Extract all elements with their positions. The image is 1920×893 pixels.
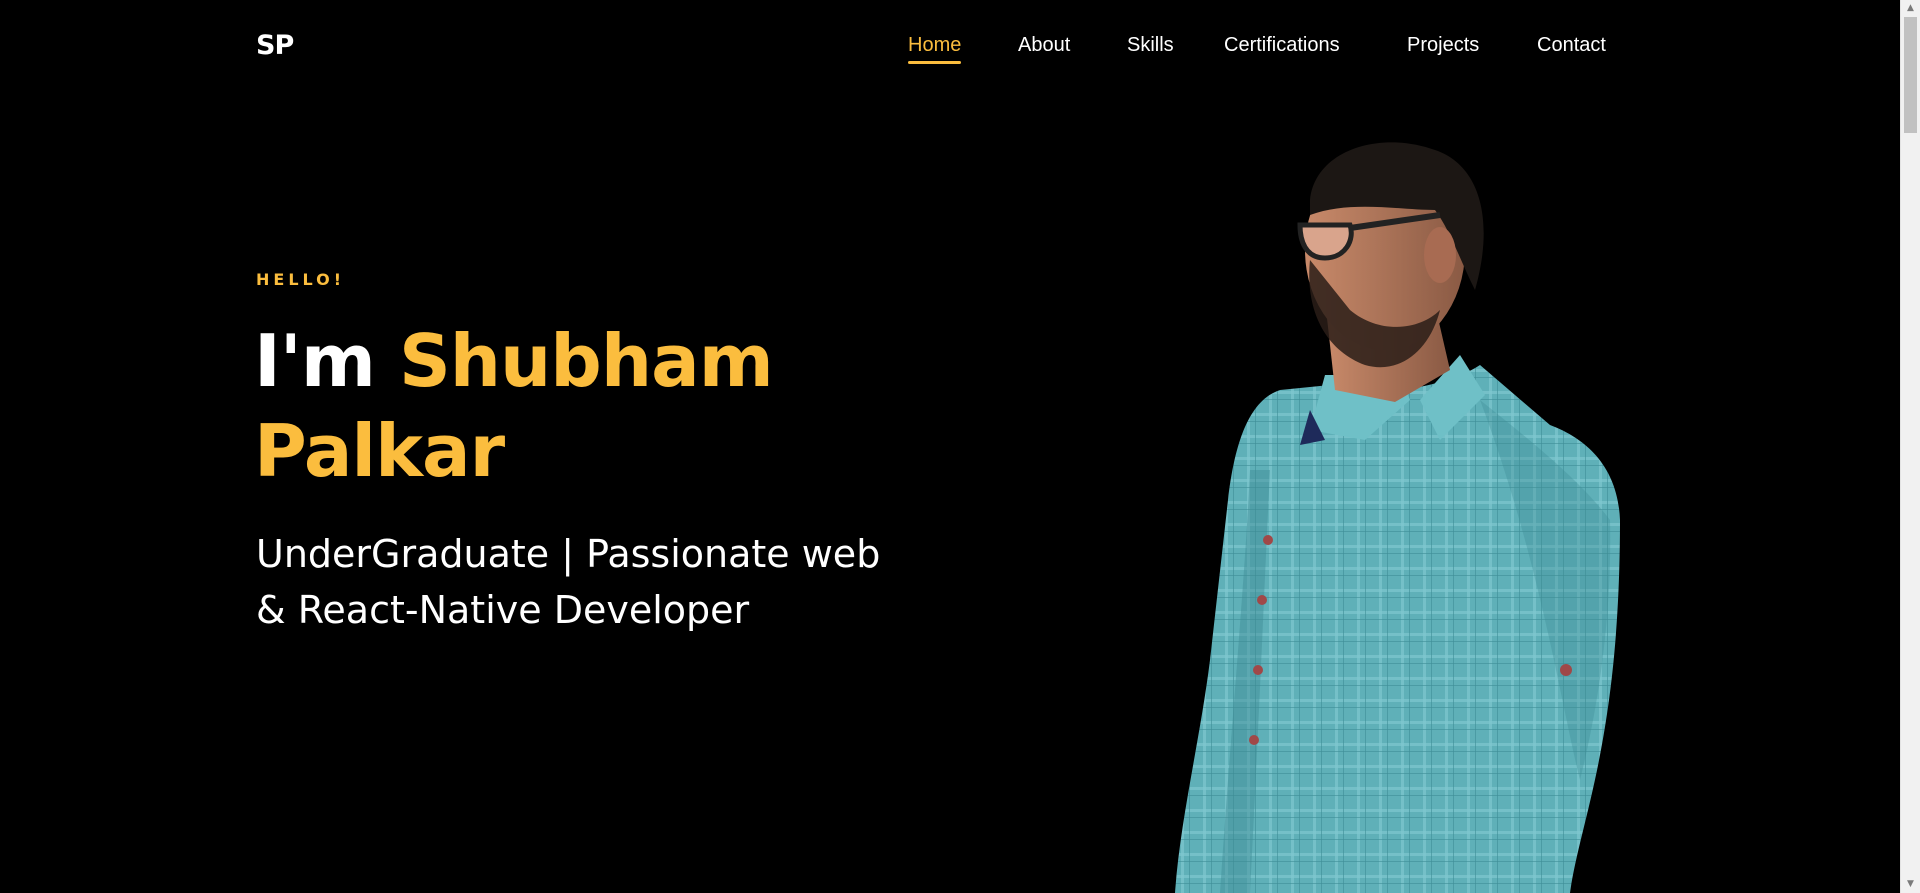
nav-projects[interactable]: Projects: [1407, 32, 1479, 58]
nav-about[interactable]: About: [1018, 32, 1070, 58]
hero-subtitle: UnderGraduate | Passionate web & React-N…: [256, 532, 881, 632]
chevron-down-icon[interactable]: ▼: [1901, 876, 1920, 893]
nav-certifications[interactable]: Certifications: [1224, 32, 1340, 58]
page-scrollbar[interactable]: ▲ ▼: [1900, 0, 1920, 893]
hero-headline: I'm Shubham Palkar: [254, 316, 914, 496]
nav-skills[interactable]: Skills: [1127, 32, 1174, 58]
hero-intro: I'm: [254, 319, 376, 403]
person-portrait: [1175, 142, 1620, 893]
hero-greeting: HELLO!: [256, 270, 346, 289]
nav-home[interactable]: Home: [908, 32, 962, 64]
nav-contact[interactable]: Contact: [1537, 32, 1606, 58]
main-nav: Home About Skills Certifications Project…: [0, 32, 1900, 72]
chevron-up-icon[interactable]: ▲: [1901, 0, 1920, 17]
scrollbar-thumb[interactable]: [1904, 17, 1917, 133]
page: SP Home About Skills Certifications Proj…: [0, 0, 1900, 893]
